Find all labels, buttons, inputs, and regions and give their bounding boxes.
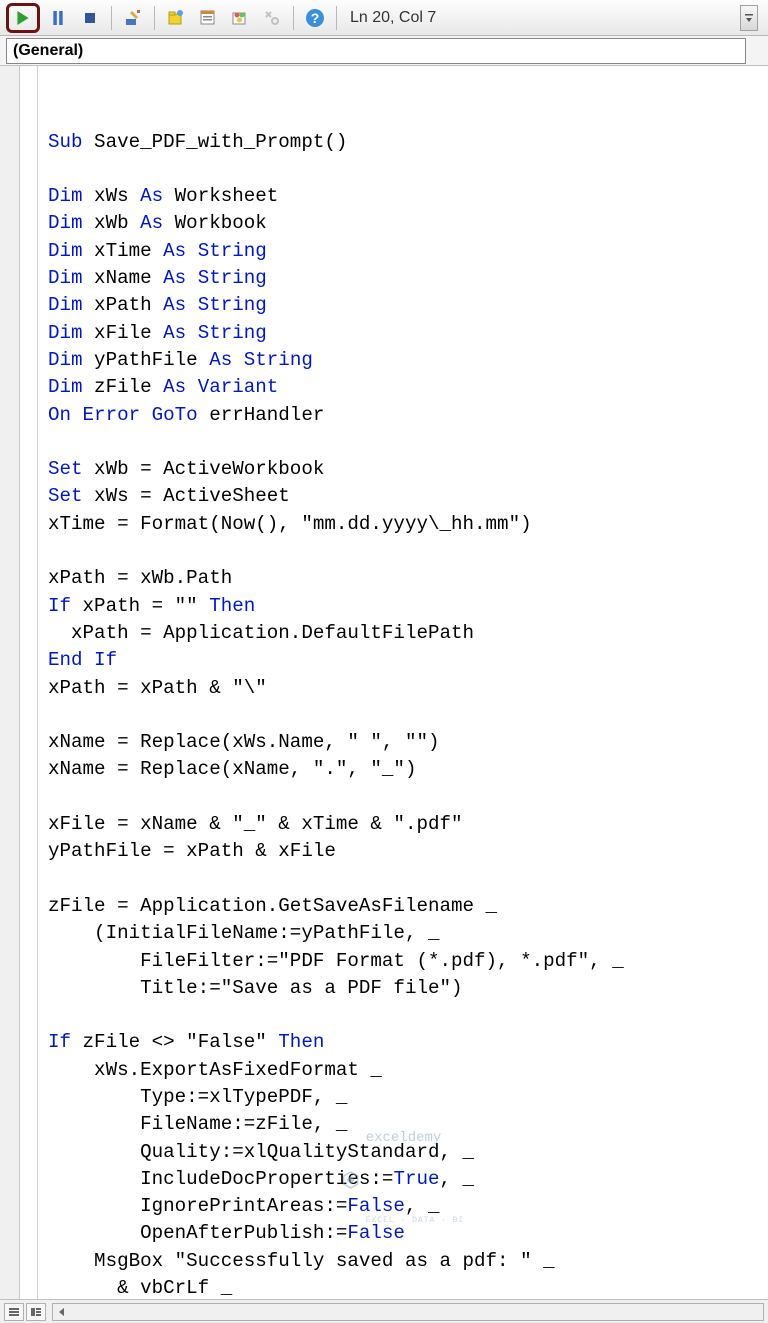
toolbar-separator — [111, 6, 112, 30]
code-line: (InitialFileName:=yPathFile, _ — [48, 920, 762, 947]
run-button[interactable] — [6, 3, 40, 33]
code-line: zFile = Application.GetSaveAsFilename _ — [48, 893, 762, 920]
code-line: xName = Replace(xName, ".", "_") — [48, 756, 762, 783]
code-line: Set xWb = ActiveWorkbook — [48, 456, 762, 483]
stop-button[interactable] — [76, 4, 104, 32]
code-line: Dim xName As String — [48, 265, 762, 292]
code-line: Type:=xlTypePDF, _ — [48, 1084, 762, 1111]
scope-bar: (General) — [0, 36, 768, 66]
code-line: IgnorePrintAreas:=False, _ — [48, 1193, 762, 1220]
code-editor[interactable]: Sub Save_PDF_with_Prompt() Dim xWs As Wo… — [38, 66, 768, 1299]
code-line: FileName:=zFile, _ — [48, 1111, 762, 1138]
code-area: Sub Save_PDF_with_Prompt() Dim xWs As Wo… — [0, 66, 768, 1299]
code-line: End If — [48, 647, 762, 674]
code-line — [48, 784, 762, 811]
object-browser-button[interactable] — [226, 4, 254, 32]
design-mode-button[interactable] — [119, 4, 147, 32]
code-line: xFile = xName & "_" & xTime & ".pdf" — [48, 811, 762, 838]
code-line: Dim yPathFile As String — [48, 347, 762, 374]
full-module-view-button[interactable] — [26, 1303, 46, 1321]
pause-button[interactable] — [44, 4, 72, 32]
svg-text:?: ? — [311, 10, 320, 26]
code-line: Sub Save_PDF_with_Prompt() — [48, 129, 762, 156]
toolbar-separator — [154, 6, 155, 30]
code-line: xTime = Format(Now(), "mm.dd.yyyy\_hh.mm… — [48, 511, 762, 538]
code-line: IncludeDocProperties:=True, _ — [48, 1166, 762, 1193]
code-line: Dim xFile As String — [48, 320, 762, 347]
code-line — [48, 866, 762, 893]
code-line: yPathFile = xPath & xFile — [48, 838, 762, 865]
properties-button[interactable] — [194, 4, 222, 32]
code-line: Dim xWs As Worksheet — [48, 183, 762, 210]
code-line — [48, 429, 762, 456]
code-line: xPath = xWb.Path — [48, 565, 762, 592]
scroll-left-icon[interactable] — [53, 1304, 71, 1320]
code-line: xName = Replace(xWs.Name, " ", "") — [48, 729, 762, 756]
toolbar-separator — [293, 6, 294, 30]
code-line — [48, 1002, 762, 1029]
code-line: Dim zFile As Variant — [48, 374, 762, 401]
code-line: Set xWs = ActiveSheet — [48, 483, 762, 510]
code-line: If xPath = "" Then — [48, 593, 762, 620]
code-line: If zFile <> "False" Then — [48, 1029, 762, 1056]
code-line: OpenAfterPublish:=False — [48, 1220, 762, 1247]
code-line: On Error GoTo errHandler — [48, 402, 762, 429]
procedure-view-button[interactable] — [4, 1303, 24, 1321]
project-explorer-button[interactable] — [162, 4, 190, 32]
code-line: MsgBox "Successfully saved as a pdf: " _ — [48, 1248, 762, 1275]
code-line: Dim xPath As String — [48, 292, 762, 319]
toolbar-separator — [336, 6, 337, 30]
code-line: xWs.ExportAsFixedFormat _ — [48, 1057, 762, 1084]
code-line — [48, 702, 762, 729]
bottom-bar — [0, 1299, 768, 1323]
margin-gutter — [0, 66, 20, 1299]
code-line: Dim xWb As Workbook — [48, 210, 762, 237]
code-line: Title:="Save as a PDF file") — [48, 975, 762, 1002]
toolbar-overflow-button[interactable] — [740, 5, 758, 31]
code-line: FileFilter:="PDF Format (*.pdf), *.pdf",… — [48, 948, 762, 975]
code-line: Quality:=xlQualityStandard, _ — [48, 1139, 762, 1166]
toolbar: ? Ln 20, Col 7 — [0, 0, 768, 36]
code-line: xPath = xPath & "\" — [48, 675, 762, 702]
toolbox-button — [258, 4, 286, 32]
horizontal-scrollbar[interactable] — [52, 1303, 764, 1321]
code-line: Dim xTime As String — [48, 238, 762, 265]
scope-dropdown[interactable]: (General) — [6, 38, 746, 64]
code-line — [48, 538, 762, 565]
code-line — [48, 156, 762, 183]
scope-value: (General) — [13, 42, 83, 60]
cursor-position-label: Ln 20, Col 7 — [350, 9, 436, 27]
indicator-bar — [20, 66, 38, 1299]
help-button[interactable]: ? — [301, 4, 329, 32]
code-line: xPath = Application.DefaultFilePath — [48, 620, 762, 647]
code-line: & vbCrLf _ — [48, 1275, 762, 1299]
